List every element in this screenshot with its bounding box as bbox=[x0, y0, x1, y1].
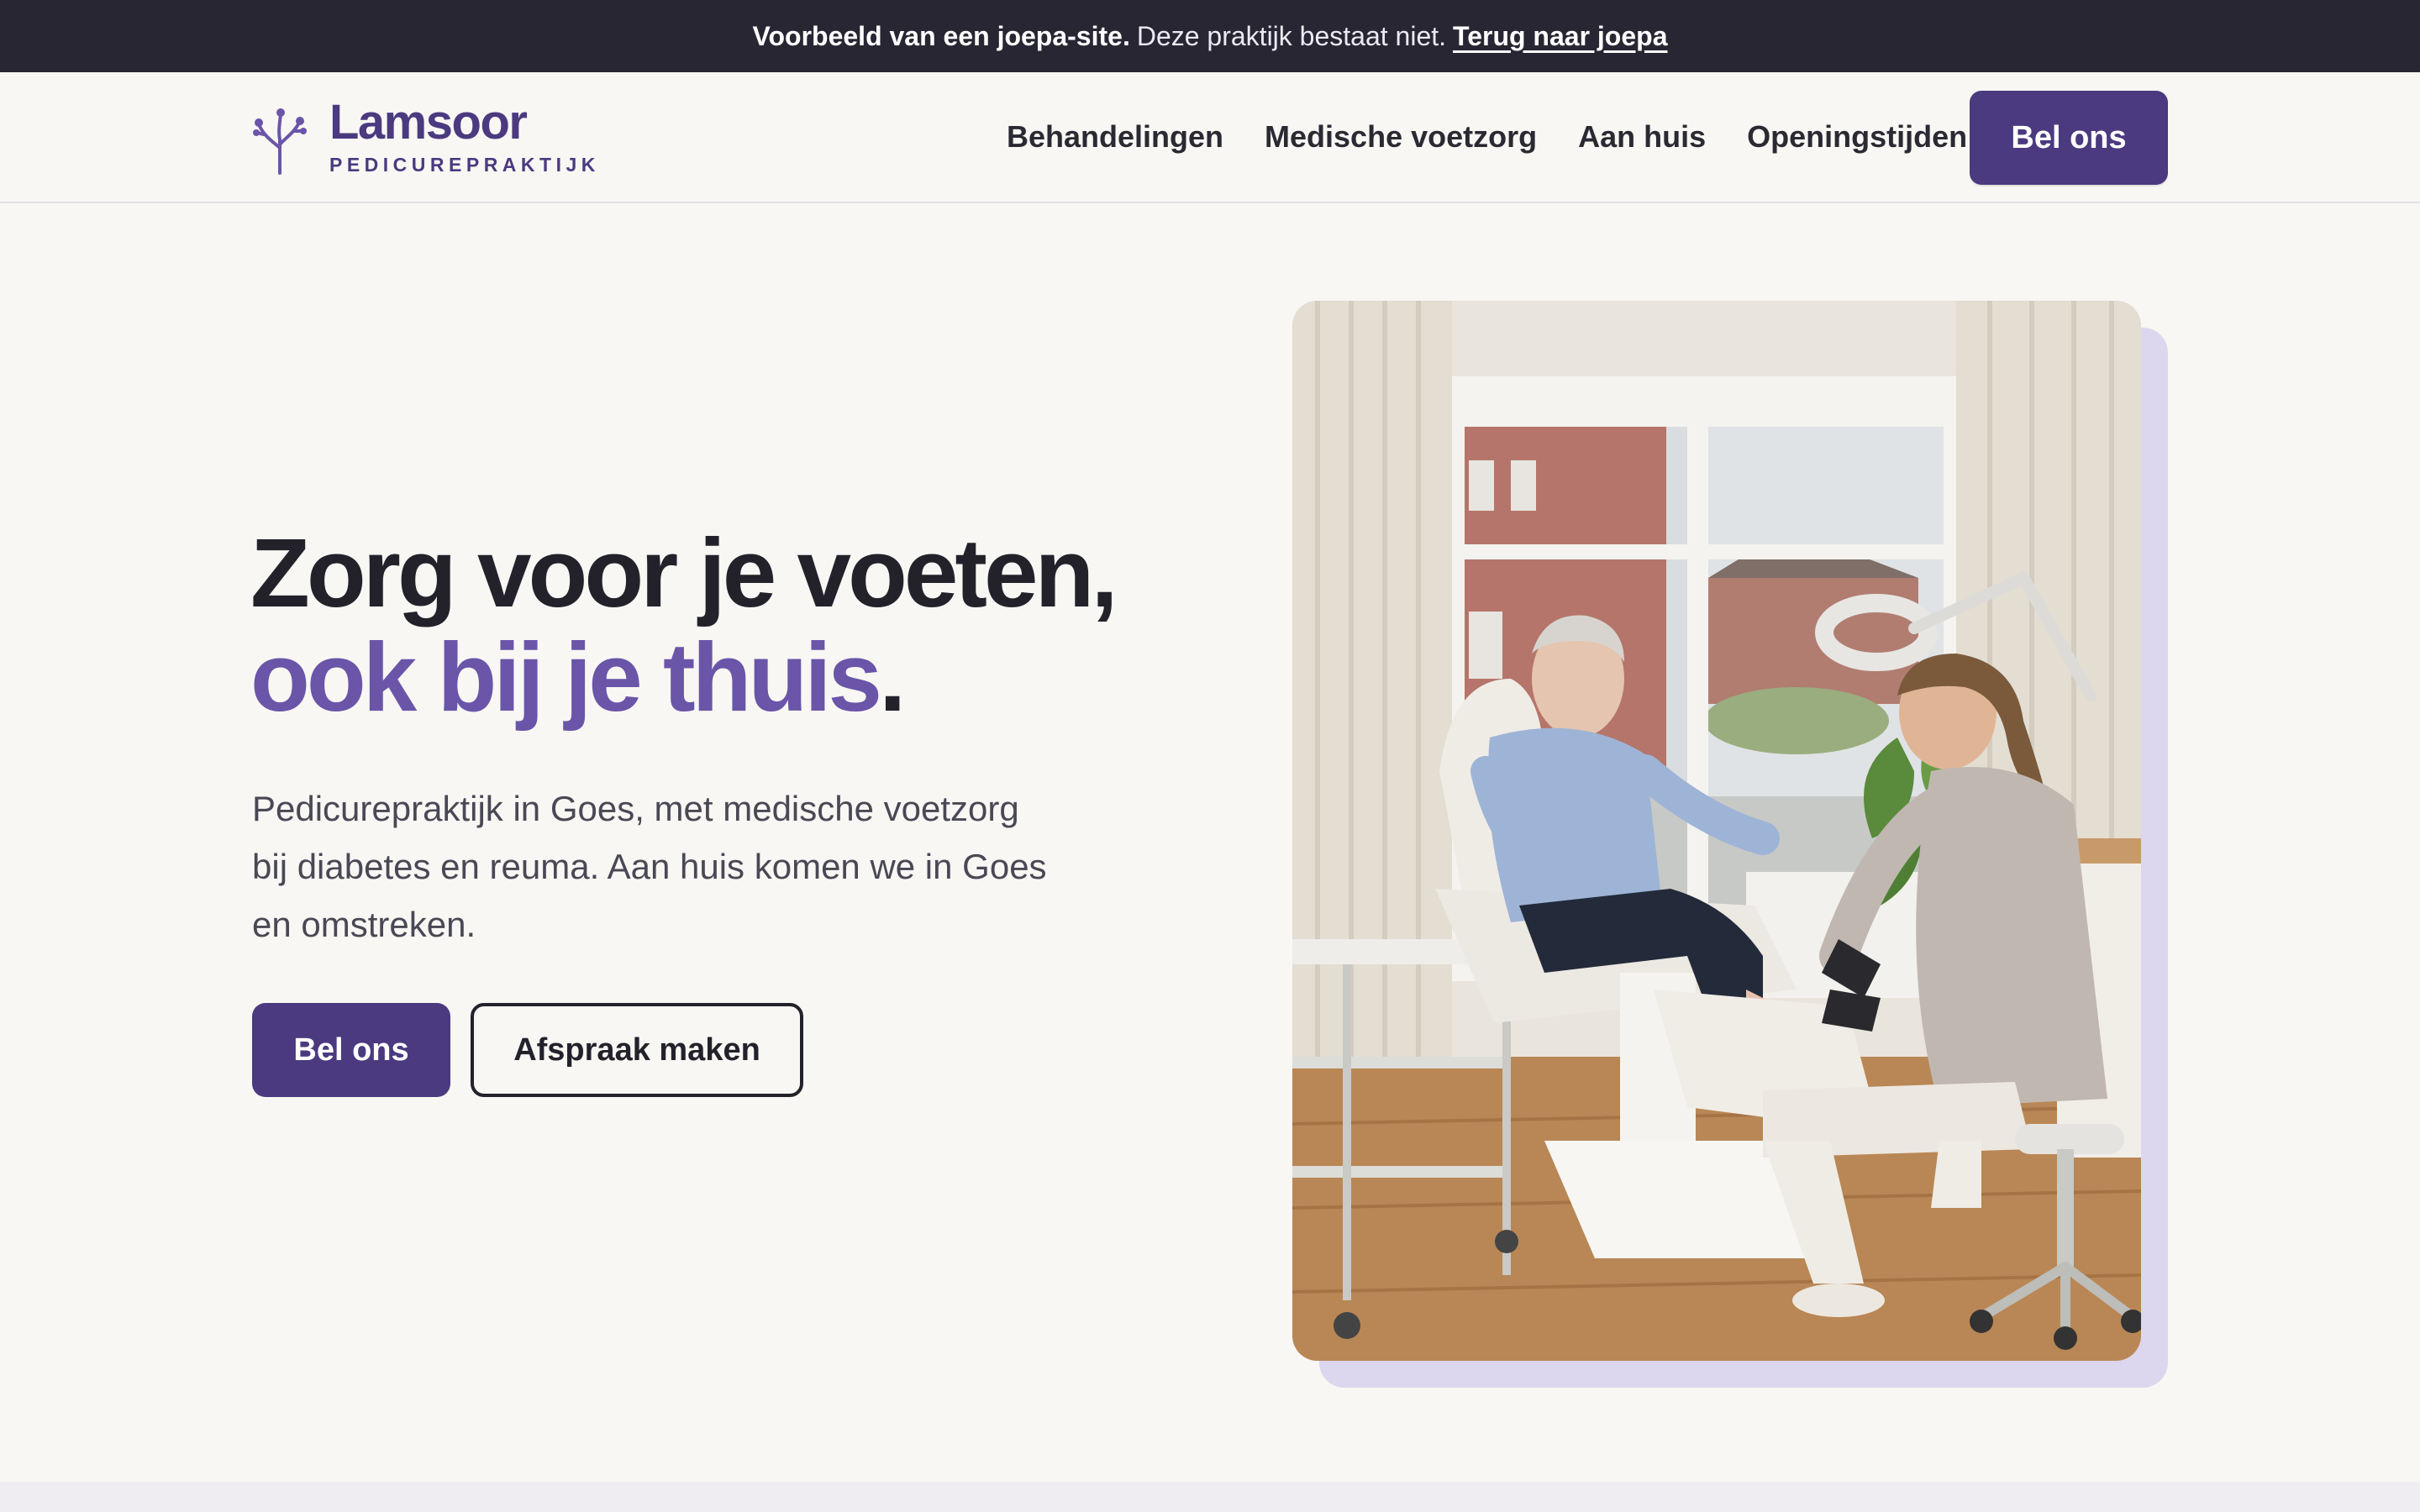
back-to-joepa-link[interactable]: Terug naar joepa bbox=[1453, 21, 1667, 52]
hero-photo bbox=[1292, 301, 2141, 1361]
hero-title: Zorg voor je voeten, ook bij je thuis. bbox=[250, 521, 1259, 729]
banner-bold-text: Voorbeeld van een joepa-site. bbox=[752, 20, 1130, 51]
hero-title-line-1: Zorg voor je voeten, bbox=[250, 518, 1118, 627]
brand-name: Lamsoor bbox=[329, 95, 528, 150]
next-section-edge bbox=[0, 1482, 2420, 1512]
hero-description-line-3: en omstreken. bbox=[252, 905, 476, 944]
pedicure-treatment-illustration bbox=[1292, 301, 2141, 1361]
nav-item-medische-voetzorg[interactable]: Medische voetzorg bbox=[1265, 119, 1537, 155]
brand-logo[interactable]: Lamsoor PEDICUREPRAKTIJK bbox=[252, 96, 600, 180]
banner-text: Deze praktijk bestaat niet. bbox=[1136, 20, 1447, 51]
main-nav: Behandelingen Medische voetzorg Aan huis… bbox=[1007, 72, 1967, 202]
hero-description: Pedicurepraktijk in Goes, met medische v… bbox=[252, 780, 1092, 953]
hero-call-button[interactable]: Bel ons bbox=[252, 1003, 450, 1097]
brand-subtitle: PEDICUREPRAKTIJK bbox=[329, 154, 600, 176]
hero-title-period: . bbox=[879, 622, 906, 732]
hero-title-line-2: ook bij je thuis. bbox=[250, 625, 1259, 729]
header-call-button[interactable]: Bel ons bbox=[1970, 91, 2168, 185]
nav-item-aan-huis[interactable]: Aan huis bbox=[1578, 119, 1706, 155]
make-appointment-button[interactable]: Afspraak maken bbox=[471, 1003, 803, 1097]
demo-banner: Voorbeeld van een joepa-site. Deze prakt… bbox=[0, 0, 2420, 72]
hero-description-line-1: Pedicurepraktijk in Goes, met medische v… bbox=[252, 789, 1019, 828]
sea-lavender-sprig-icon bbox=[253, 108, 307, 175]
site-header: Lamsoor PEDICUREPRAKTIJK Behandelingen M… bbox=[0, 72, 2420, 203]
nav-item-openingstijden[interactable]: Openingstijden bbox=[1747, 119, 1967, 155]
hero-title-accent: ook bij je thuis bbox=[250, 622, 882, 732]
hero-description-line-2: bij diabetes en reuma. Aan huis komen we… bbox=[252, 847, 1047, 886]
nav-item-behandelingen[interactable]: Behandelingen bbox=[1007, 119, 1223, 155]
